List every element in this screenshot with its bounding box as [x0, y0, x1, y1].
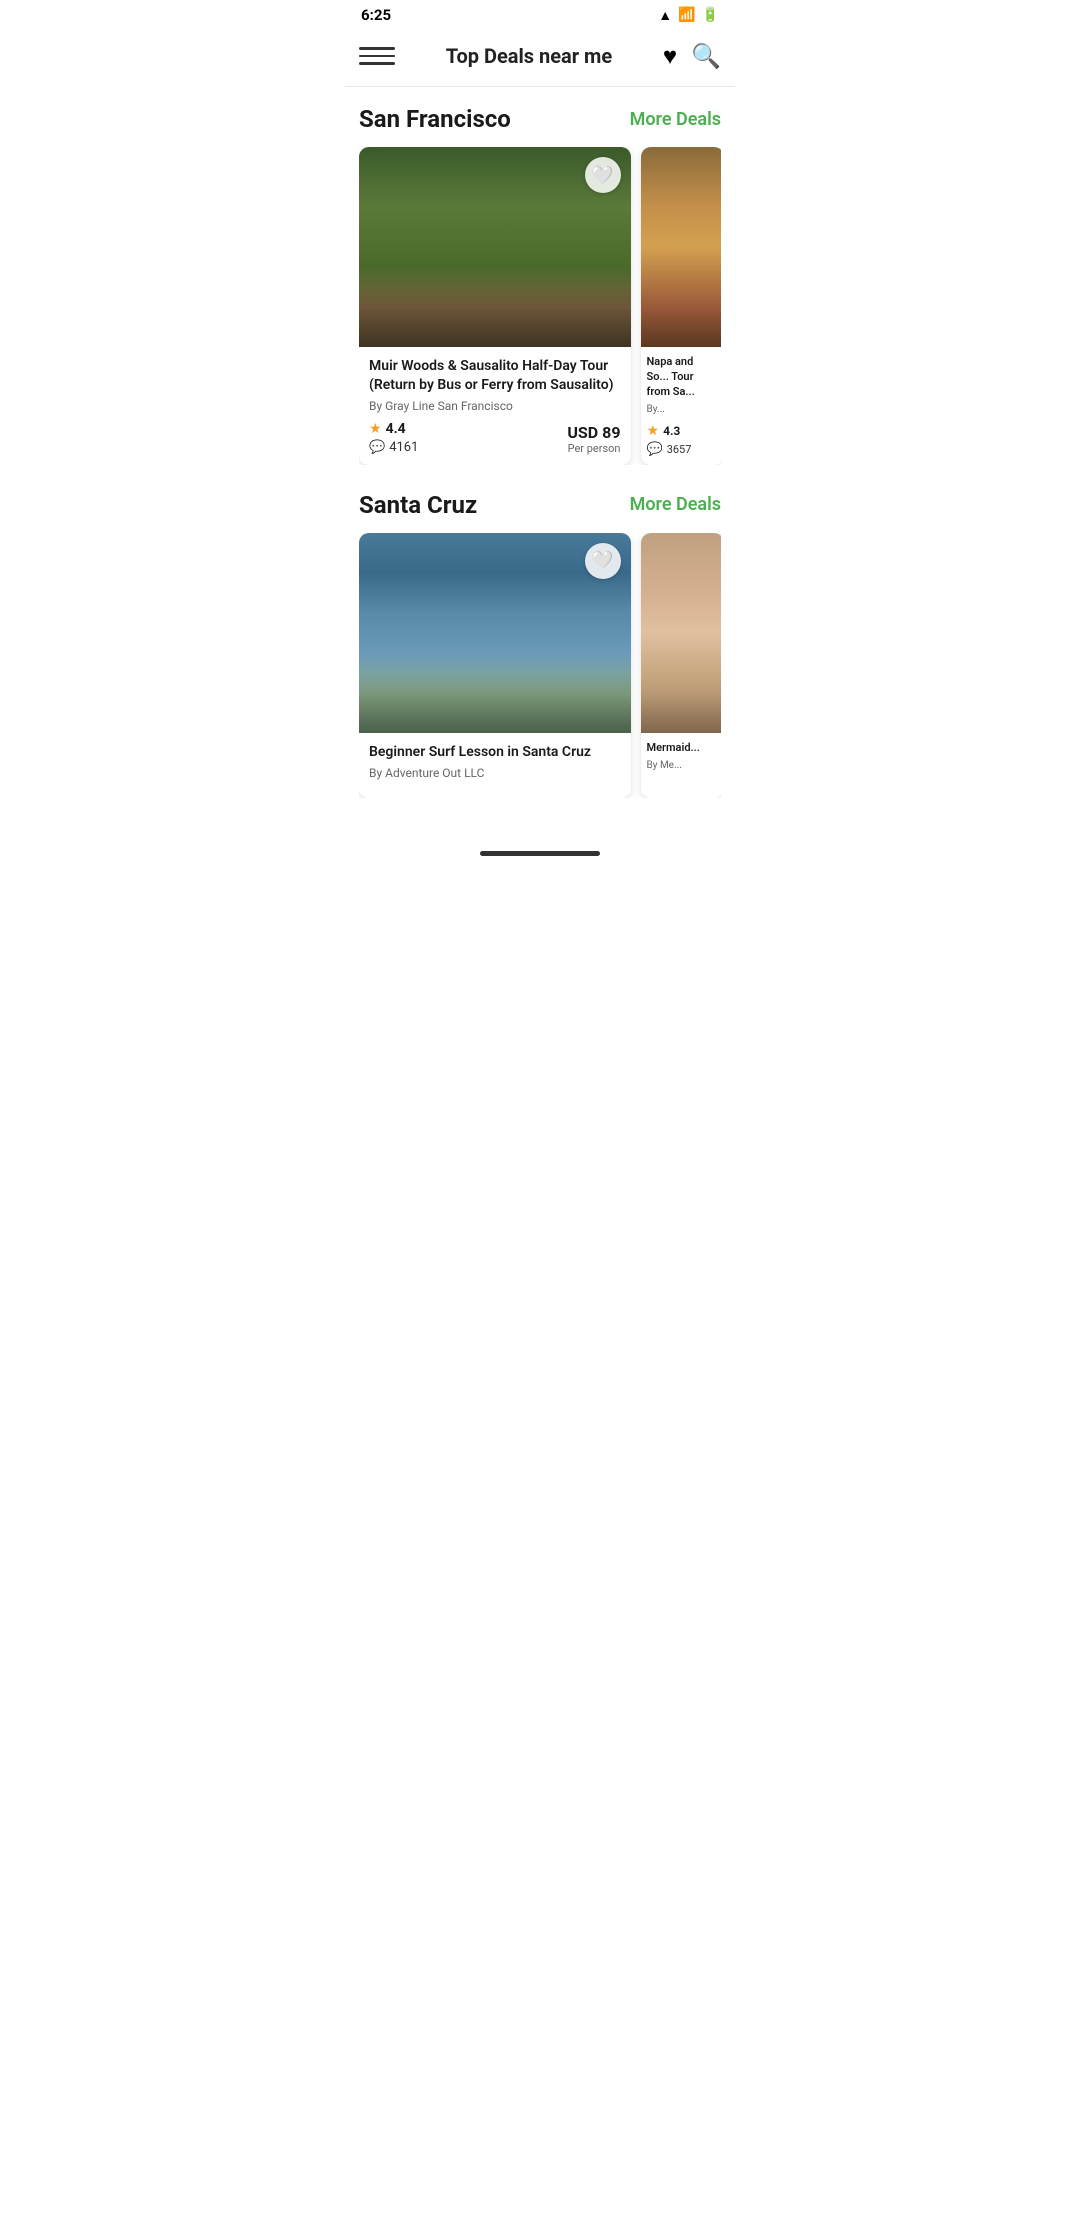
muir-woods-provider: By Gray Line San Francisco [369, 399, 621, 413]
santa-cruz-title: Santa Cruz [359, 491, 477, 519]
mermaid-provider: By Me... [647, 760, 718, 771]
toolbar: Top Deals near me ♥ 🔍 [345, 30, 735, 87]
napa-star-icon: ★ [647, 423, 660, 439]
page-title: Top Deals near me [446, 44, 612, 68]
napa-provider: By... [647, 404, 718, 415]
status-icons: ▲ 📶 🔋 [658, 7, 719, 24]
muir-woods-title: Muir Woods & Sausalito Half-Day Tour (Re… [369, 357, 621, 395]
napa-card[interactable]: Napa and So... Tour from Sa... By... ★ 4… [641, 147, 722, 465]
muir-woods-review-count: 4161 [389, 440, 418, 455]
muir-woods-footer: ★ 4.4 💬 4161 USD 89 Per person [369, 421, 621, 455]
muir-woods-price-value: USD 89 [567, 423, 620, 442]
star-icon: ★ [369, 421, 382, 437]
nav-pill [480, 851, 600, 856]
santa-cruz-cards: 🤍 Beginner Surf Lesson in Santa Cruz By … [359, 533, 721, 798]
favorite-button[interactable]: ♥ [663, 42, 677, 71]
san-francisco-title: San Francisco [359, 105, 511, 133]
muir-woods-card[interactable]: 🤍 Muir Woods & Sausalito Half-Day Tour (… [359, 147, 631, 465]
signal-icon: ▲ [658, 7, 672, 24]
napa-body: Napa and So... Tour from Sa... By... ★ 4… [641, 347, 722, 465]
surf-lesson-provider: By Adventure Out LLC [369, 766, 621, 780]
search-button[interactable]: 🔍 [691, 42, 721, 70]
surf-lesson-card[interactable]: 🤍 Beginner Surf Lesson in Santa Cruz By … [359, 533, 631, 798]
napa-image [641, 147, 722, 347]
santa-cruz-header: Santa Cruz More Deals [359, 491, 721, 519]
muir-woods-rating-value: 4.4 [386, 421, 406, 437]
muir-woods-body: Muir Woods & Sausalito Half-Day Tour (Re… [359, 347, 631, 465]
surf-lesson-favorite-button[interactable]: 🤍 [585, 543, 621, 579]
san-francisco-cards: 🤍 Muir Woods & Sausalito Half-Day Tour (… [359, 147, 721, 465]
battery-icon: 🔋 [702, 7, 719, 23]
mermaid-body: Mermaid... By Me... [641, 733, 722, 787]
napa-rating: ★ 4.3 💬 3657 [647, 423, 692, 457]
mermaid-image [641, 533, 722, 733]
menu-button[interactable] [359, 38, 395, 74]
wifi-icon: 📶 [678, 7, 695, 23]
muir-woods-price: USD 89 Per person [567, 423, 620, 455]
surf-lesson-body: Beginner Surf Lesson in Santa Cruz By Ad… [359, 733, 631, 798]
muir-woods-favorite-button[interactable]: 🤍 [585, 157, 621, 193]
muir-woods-price-sub: Per person [567, 442, 620, 455]
napa-chat-icon: 💬 [647, 442, 663, 457]
nav-bottom [345, 846, 735, 866]
napa-review-count: 3657 [667, 443, 692, 456]
napa-rating-value: 4.3 [663, 424, 680, 438]
muir-woods-rating: ★ 4.4 💬 4161 [369, 421, 418, 455]
chat-icon: 💬 [369, 440, 385, 455]
toolbar-actions: ♥ 🔍 [663, 42, 721, 71]
surf-lesson-title: Beginner Surf Lesson in Santa Cruz [369, 743, 621, 762]
status-time: 6:25 [361, 6, 391, 24]
santa-cruz-more-deals[interactable]: More Deals [630, 494, 721, 515]
napa-footer: ★ 4.3 💬 3657 [647, 423, 718, 457]
mermaid-title: Mermaid... [647, 741, 718, 756]
status-bar: 6:25 ▲ 📶 🔋 [345, 0, 735, 30]
mermaid-card[interactable]: Mermaid... By Me... [641, 533, 722, 798]
san-francisco-more-deals[interactable]: More Deals [630, 109, 721, 130]
san-francisco-header: San Francisco More Deals [359, 105, 721, 133]
napa-title: Napa and So... Tour from Sa... [647, 355, 718, 400]
santa-cruz-section: Santa Cruz More Deals 🤍 Beginner Surf Le… [345, 473, 735, 806]
san-francisco-section: San Francisco More Deals 🤍 Muir Woods & … [345, 87, 735, 473]
